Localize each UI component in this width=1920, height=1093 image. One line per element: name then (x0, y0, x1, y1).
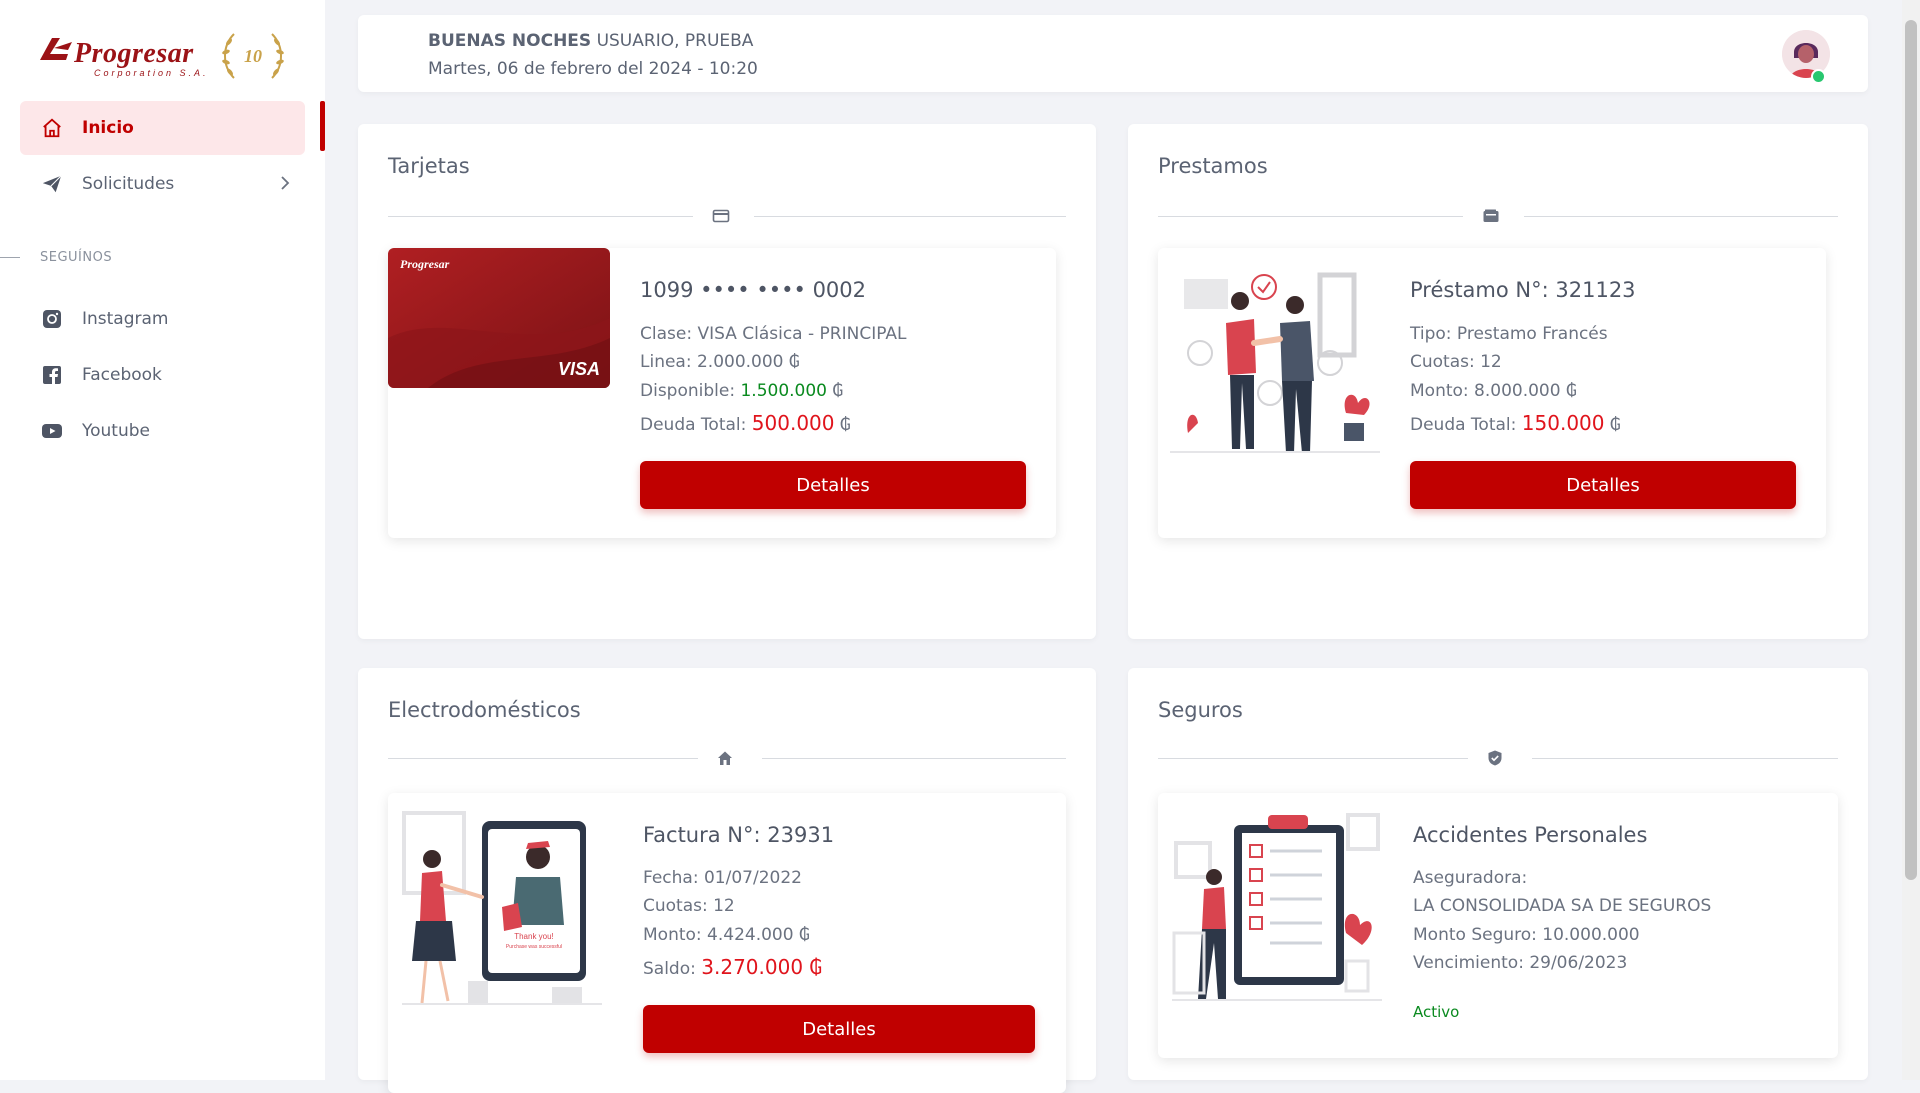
loan-number: Préstamo N°: 321123 (1410, 278, 1636, 302)
debt-amount: 150.000 (1521, 411, 1605, 435)
panel-divider (1158, 748, 1838, 768)
house-icon (718, 751, 732, 765)
chevron-right-icon (279, 174, 291, 197)
card-number: 1099 •••• •••• 0002 (640, 278, 867, 302)
credit-card-icon (712, 209, 730, 223)
tarjetas-details-button[interactable]: Detalles (640, 461, 1026, 509)
current-date: Martes, 06 de febrero del 2024 - 10:20 (428, 59, 758, 79)
insurance-expiry: Vencimiento: 29/06/2023 (1413, 953, 1628, 973)
panel-divider (1158, 206, 1838, 226)
invoice-amount: Monto: 4.424.000 ₲ (643, 925, 810, 945)
invoice-balance: Saldo: 3.270.000 ₲ (643, 955, 823, 979)
insurer-label: Aseguradora: (1413, 868, 1528, 888)
nav-item-label: Instagram (82, 309, 169, 329)
panel-seguros: Seguros Accidentes Personales Asegurador… (1128, 668, 1868, 1080)
panel-title: Electrodomésticos (388, 698, 581, 722)
checklist-illustration (1172, 813, 1382, 1001)
balance-amount: 3.270.000 ₲ (701, 955, 823, 979)
panel-divider (388, 748, 1066, 768)
panel-title: Tarjetas (388, 154, 470, 178)
nav-item-label: Solicitudes (82, 174, 175, 194)
insurance-amount: Monto Seguro: 10.000.000 (1413, 925, 1640, 945)
debt-amount: 500.000 (751, 411, 835, 435)
badge-text: 10 (244, 46, 262, 66)
panel-prestamos: Prestamos Préstamo N°: 321123 Tipo: Pres… (1128, 124, 1868, 639)
loan-debt: Deuda Total: 150.000 ₲ (1410, 411, 1621, 435)
youtube-icon (40, 419, 64, 443)
card-debt: Deuda Total: 500.000 ₲ (640, 411, 851, 435)
anniversary-badge-icon: 10 (222, 33, 284, 79)
loan-summary: Préstamo N°: 321123 Tipo: Prestamo Franc… (1158, 248, 1826, 538)
invoice-number: Factura N°: 23931 (643, 823, 835, 847)
prestamos-details-button[interactable]: Detalles (1410, 461, 1796, 509)
invoice-installments: Cuotas: 12 (643, 896, 735, 916)
section-divider (0, 257, 20, 258)
card-brand: Progresar (400, 257, 450, 271)
facebook-icon (40, 363, 64, 387)
nav-item-label: Youtube (82, 421, 150, 441)
nav-item-label: Inicio (82, 118, 134, 138)
invoice-date: Fecha: 01/07/2022 (643, 868, 802, 888)
nav-item-youtube[interactable]: Youtube (20, 404, 305, 458)
top-header: BUENAS NOCHES USUARIO, PRUEBA Martes, 06… (358, 15, 1868, 92)
nav-item-solicitudes[interactable]: Solicitudes (20, 157, 305, 211)
logo-subtitle: Corporation S.A. (94, 68, 209, 78)
loan-amount: Monto: 8.000.000 ₲ (1410, 381, 1577, 401)
nav-item-label: Facebook (82, 365, 162, 385)
instagram-icon (40, 307, 64, 331)
panel-title: Seguros (1158, 698, 1243, 722)
card-class: Clase: VISA Clásica - PRINCIPAL (640, 324, 907, 344)
purchase-illustration: Thank you! Purchase was successful (402, 811, 602, 1005)
greeting-user: USUARIO, PRUEBA (591, 31, 754, 51)
scrollbar-thumb[interactable] (1905, 20, 1917, 880)
shield-check-icon (1488, 750, 1502, 766)
available-amount: 1.500.000 (740, 381, 827, 401)
card-available: Disponible: 1.500.000 ₲ (640, 381, 844, 401)
logo-brand: Progresar (74, 38, 194, 69)
logo-mark-icon (40, 38, 72, 60)
online-status-dot (1811, 69, 1826, 84)
panel-title: Prestamos (1158, 154, 1268, 178)
wallet-icon (1483, 209, 1499, 222)
credit-card-summary: Progresar VISA 1099 •••• •••• 0002 Clase… (388, 248, 1056, 538)
home-icon (40, 116, 64, 140)
illustration-text-2: Purchase was successful (506, 944, 562, 950)
card-image: Progresar VISA (388, 248, 610, 388)
invoice-summary: Thank you! Purchase was successful Factu… (388, 793, 1066, 1093)
nav-item-facebook[interactable]: Facebook (20, 348, 305, 402)
card-network: VISA (558, 359, 600, 379)
loan-installments: Cuotas: 12 (1410, 352, 1502, 372)
nav-item-instagram[interactable]: Instagram (20, 292, 305, 346)
sidebar: Progresar Corporation S.A. 10 Inicio Sol… (0, 0, 325, 1080)
panel-divider (388, 206, 1066, 226)
send-icon (40, 172, 64, 196)
panel-electrodomesticos: Electrodomésticos Thank you! Purchase wa… (358, 668, 1096, 1093)
insurer-name: LA CONSOLIDADA SA DE SEGUROS (1413, 896, 1712, 916)
handshake-illustration (1170, 272, 1380, 453)
insurance-name: Accidentes Personales (1413, 823, 1648, 847)
electro-details-button[interactable]: Detalles (643, 1005, 1035, 1053)
greeting-bold: BUENAS NOCHES (428, 31, 592, 51)
loan-type: Tipo: Prestamo Francés (1410, 324, 1608, 344)
section-label: SEGUÍNOS (40, 250, 113, 265)
status-badge: Activo (1413, 1003, 1460, 1021)
greeting: BUENAS NOCHES USUARIO, PRUEBA (428, 31, 753, 51)
panel-tarjetas: Tarjetas Progresar VISA 1099 •••• •••• 0… (358, 124, 1096, 639)
nav-item-inicio[interactable]: Inicio (20, 101, 305, 155)
insurance-summary: Accidentes Personales Aseguradora: LA CO… (1158, 793, 1838, 1058)
active-indicator (320, 101, 325, 151)
company-logo[interactable]: Progresar Corporation S.A. 10 (38, 26, 298, 86)
illustration-text-1: Thank you! (514, 932, 554, 941)
card-limit: Linea: 2.000.000 ₲ (640, 352, 800, 372)
